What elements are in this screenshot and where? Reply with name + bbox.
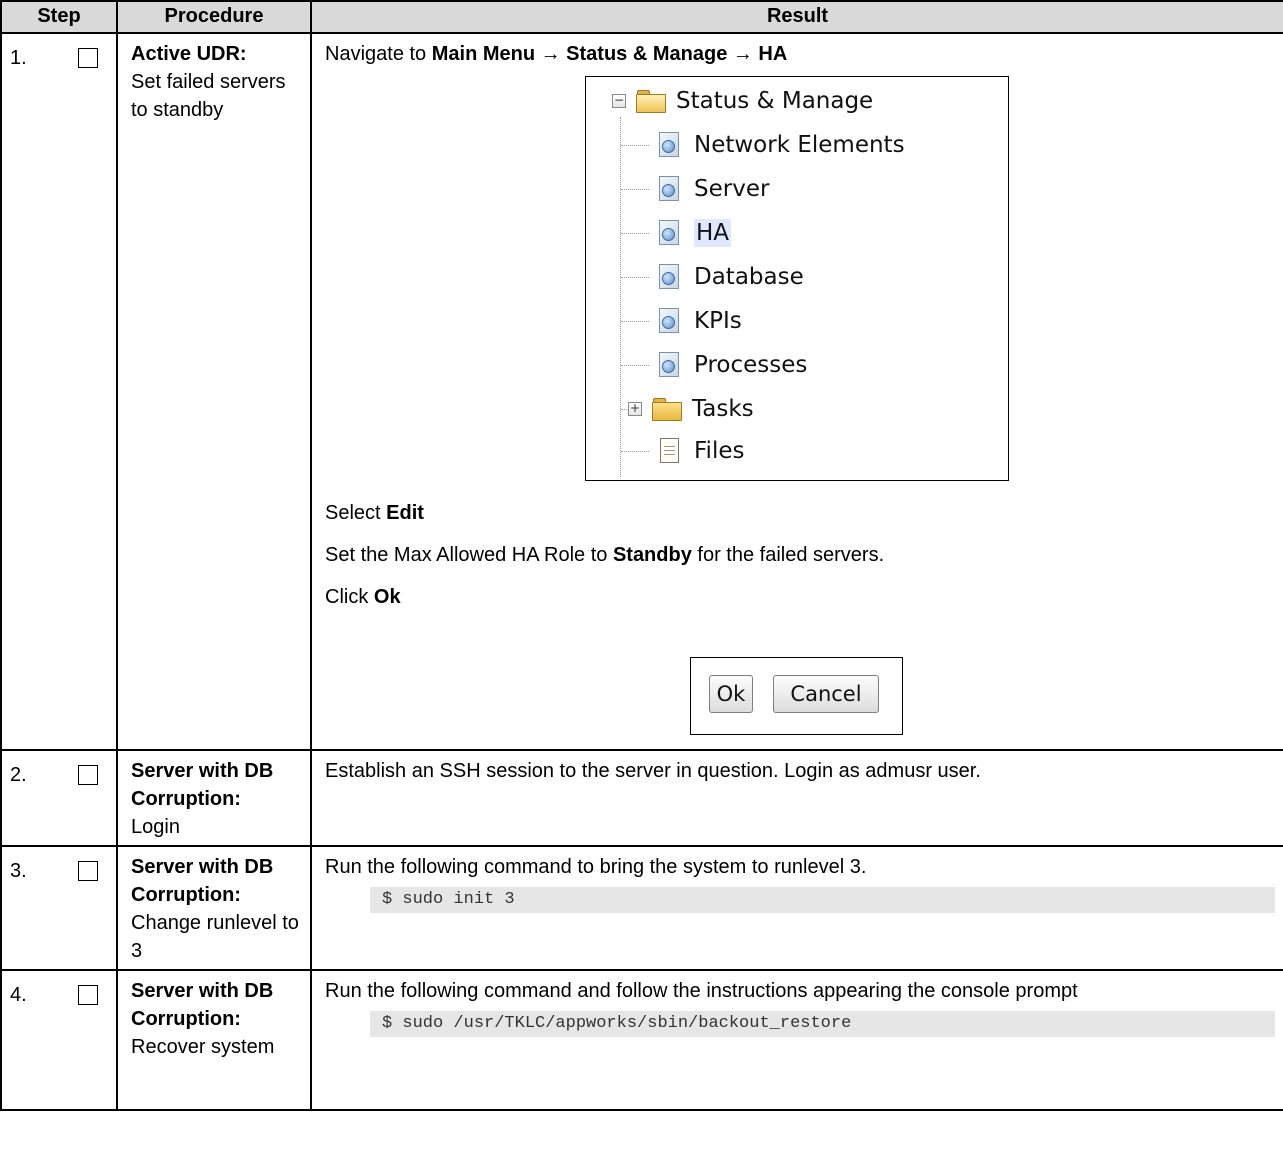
step-row-3: 3. Server with DB Corruption: Change run…: [0, 845, 1283, 971]
tree-connector: [621, 277, 649, 278]
tree-node-kpis[interactable]: KPIs: [656, 303, 742, 339]
tree-label: Network Elements: [694, 132, 905, 158]
step-cell: 1.: [0, 32, 118, 751]
tree-node-files[interactable]: Files: [656, 433, 744, 469]
procedure-target: Server with DB Corruption:: [131, 980, 274, 1030]
result-cell: Navigate to Main Menu → Status & Manage …: [310, 32, 1283, 751]
tree-node-processes[interactable]: Processes: [656, 347, 807, 383]
nav-prefix: Navigate to: [325, 43, 432, 65]
step-number: 4.: [10, 984, 27, 1006]
page-globe-icon: [656, 131, 682, 159]
tree-label-selected: HA: [694, 219, 732, 247]
tree-connector: [621, 233, 649, 234]
tree-node-ha[interactable]: HA: [656, 215, 732, 251]
procedure-text: Set failed servers to standby: [131, 71, 286, 121]
select-bold: Edit: [386, 502, 424, 524]
procedure-target: Server with DB Corruption:: [131, 760, 274, 810]
dialog-buttons-screenshot: Ok Cancel: [690, 657, 903, 735]
step-number: 3.: [10, 860, 27, 882]
expand-icon[interactable]: +: [628, 402, 642, 416]
tree-label: Processes: [694, 352, 808, 378]
page-globe-icon: [656, 219, 682, 247]
tree-node-server[interactable]: Server: [656, 171, 769, 207]
tree-node-database[interactable]: Database: [656, 259, 804, 295]
tree-connector: [621, 409, 627, 410]
step-number: 2.: [10, 764, 27, 786]
click-prefix: Click: [325, 586, 374, 608]
tree-label: Server: [694, 176, 770, 202]
step-number: 1.: [10, 47, 27, 69]
tree-label: Database: [694, 264, 804, 290]
click-instruction: Click Ok: [325, 583, 1275, 611]
folder-icon: [652, 398, 682, 421]
procedure-text: Change runlevel to 3: [131, 912, 299, 962]
select-instruction: Select Edit: [325, 499, 1275, 527]
collapse-icon[interactable]: −: [612, 94, 626, 108]
tree-connector: [621, 145, 649, 146]
tree-label: KPIs: [694, 308, 742, 334]
result-text: Run the following command and follow the…: [325, 980, 1078, 1002]
procedure-text: Login: [131, 816, 180, 838]
step-checkbox[interactable]: [78, 985, 98, 1005]
nav-instruction: Navigate to Main Menu → Status & Manage …: [325, 40, 1275, 68]
tree-connector: [621, 321, 649, 322]
click-bold: Ok: [373, 586, 401, 608]
tree-guide-line: [620, 117, 621, 477]
procedure-cell: Server with DB Corruption: Login: [116, 749, 312, 847]
tree-label: Tasks: [692, 396, 754, 422]
result-cell: Establish an SSH session to the server i…: [310, 749, 1283, 847]
command-block: $ sudo /usr/TKLC/appworks/sbin/backout_r…: [370, 1011, 1275, 1037]
procedure-table: Step Procedure Result 1. Active UDR: Set…: [0, 0, 1283, 1111]
select-prefix: Select: [325, 502, 387, 524]
cancel-button[interactable]: Cancel: [773, 675, 879, 713]
tree-connector: [621, 189, 649, 190]
tree-label: Files: [694, 438, 745, 464]
nav-path: Main Menu → Status & Manage → HA: [431, 43, 788, 65]
tree-label: Status & Manage: [676, 88, 874, 114]
step-row-4: 4. Server with DB Corruption: Recover sy…: [0, 969, 1283, 1111]
set-bold: Standby: [612, 544, 692, 566]
procedure-cell: Server with DB Corruption: Recover syste…: [116, 969, 312, 1111]
ok-button[interactable]: Ok: [709, 675, 753, 713]
open-folder-icon: [636, 90, 666, 113]
result-text: Run the following command to bring the s…: [325, 856, 867, 878]
page-globe-icon: [656, 175, 682, 203]
step-row-1: 1. Active UDR: Set failed servers to sta…: [0, 32, 1283, 751]
step-checkbox[interactable]: [78, 861, 98, 881]
file-icon: [656, 437, 682, 465]
procedure-text: Recover system: [131, 1036, 275, 1058]
header-step: Step: [0, 0, 118, 34]
header-result: Result: [310, 0, 1283, 34]
step-cell: 3.: [0, 845, 118, 971]
set-role-instruction: Set the Max Allowed HA Role to Standby f…: [325, 541, 1275, 569]
step-cell: 4.: [0, 969, 118, 1111]
procedure-cell: Server with DB Corruption: Change runlev…: [116, 845, 312, 971]
header-procedure: Procedure: [116, 0, 312, 34]
page-globe-icon: [656, 351, 682, 379]
step-checkbox[interactable]: [78, 48, 98, 68]
step-checkbox[interactable]: [78, 765, 98, 785]
tree-node-tasks[interactable]: + Tasks: [628, 391, 754, 427]
set-suffix: for the failed servers.: [691, 544, 885, 566]
tree-node-network-elements[interactable]: Network Elements: [656, 127, 905, 163]
tree-connector: [621, 365, 649, 366]
result-text: Establish an SSH session to the server i…: [325, 760, 981, 782]
command-block: $ sudo init 3: [370, 887, 1275, 913]
result-cell: Run the following command and follow the…: [310, 969, 1283, 1111]
page-globe-icon: [656, 307, 682, 335]
menu-tree-screenshot: − Status & Manage Network Elements Serve…: [585, 76, 1009, 481]
procedure-target: Active UDR:: [131, 43, 247, 65]
result-cell: Run the following command to bring the s…: [310, 845, 1283, 971]
tree-node-status-manage[interactable]: − Status & Manage: [612, 83, 873, 119]
procedure-cell: Active UDR: Set failed servers to standb…: [116, 32, 312, 751]
procedure-target: Server with DB Corruption:: [131, 856, 274, 906]
page-globe-icon: [656, 263, 682, 291]
set-prefix: Set the Max Allowed HA Role to: [325, 544, 613, 566]
header-row: Step Procedure Result: [0, 0, 1283, 34]
step-cell: 2.: [0, 749, 118, 847]
tree-connector: [621, 451, 649, 452]
step-row-2: 2. Server with DB Corruption: Login Esta…: [0, 749, 1283, 847]
